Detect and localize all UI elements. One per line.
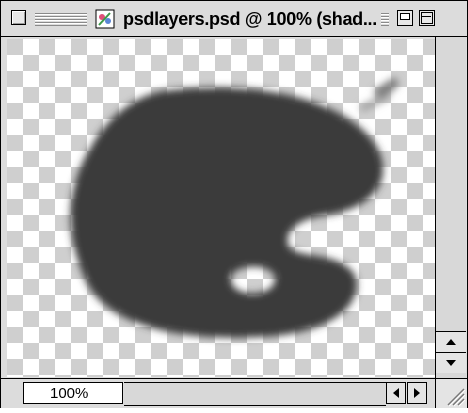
arrow-left-icon[interactable] (386, 382, 406, 404)
horizontal-scrollbar[interactable] (124, 382, 386, 406)
layer-preview (7, 39, 435, 377)
resize-grip-icon[interactable] (435, 379, 467, 408)
bottom-bar: 100% (1, 378, 467, 408)
arrow-right-icon[interactable] (407, 382, 427, 404)
zoom-level-field[interactable]: 100% (23, 382, 123, 404)
title-bar-stripes-left (35, 12, 87, 26)
window-title: psdlayers.psd @ 100% (shad... (123, 7, 381, 31)
close-box-icon[interactable] (11, 10, 26, 25)
title-bar[interactable]: psdlayers.psd @ 100% (shad... (1, 1, 467, 37)
photoshop-document-icon (95, 9, 115, 29)
arrow-up-icon[interactable] (436, 331, 466, 352)
document-canvas[interactable] (7, 39, 435, 377)
arrow-down-icon[interactable] (436, 352, 466, 373)
collapse-box-icon[interactable] (397, 10, 413, 26)
document-window: psdlayers.psd @ 100% (shad... 100% (0, 0, 468, 408)
vertical-scrollbar[interactable] (435, 37, 466, 379)
zoom-box-icon[interactable] (419, 10, 435, 26)
